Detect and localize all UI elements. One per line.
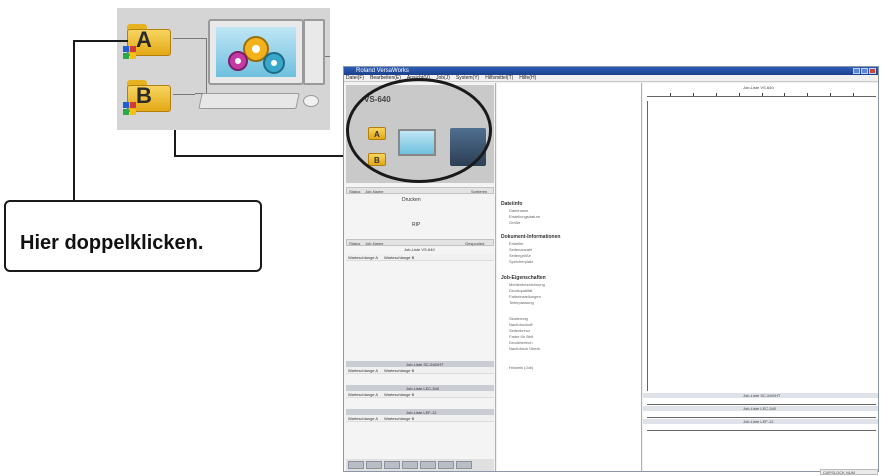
queue-a-header: Status Job-Name Sortieren (346, 187, 494, 194)
tab-queue-a[interactable]: Warteschlange A (348, 391, 378, 398)
section-heading: Dateiinfo (501, 201, 523, 207)
folder-a-letter: A (136, 27, 152, 52)
toolbar-icon[interactable] (438, 461, 454, 469)
column-status: Status (349, 189, 361, 194)
mouse-icon (303, 95, 319, 107)
property-label: Medienbezeichnung (509, 282, 545, 287)
property-label: Teilerpassung (509, 300, 534, 305)
property-label: Erstellungsdatum (509, 214, 540, 219)
queue-b-header: Status Job-Name Gespooled (346, 239, 494, 246)
minimize-icon[interactable] (853, 68, 860, 74)
queue-tabs: Warteschlange A Warteschlange B (346, 415, 494, 422)
dots-icon (123, 102, 136, 115)
tab-queue-b[interactable]: Warteschlange B (384, 367, 414, 374)
toolbar-icon[interactable] (420, 461, 436, 469)
property-label: Farbeinstellungen (509, 294, 541, 299)
dots-icon (123, 46, 136, 59)
title-bar[interactable]: Roland VersaWorks (344, 67, 878, 75)
window-title: Roland VersaWorks (356, 68, 409, 74)
properties-pane: Dateiinfo Dateiname Erstellungsdatum Grö… (497, 83, 642, 471)
property-label: Skalierung (509, 316, 528, 321)
status-bar: CAPSLOCK NUM (820, 469, 878, 475)
job-list-name: Job-Liste VS-640 (404, 247, 435, 252)
toolbar-icon[interactable] (366, 461, 382, 469)
property-label: Seitengröße (509, 253, 531, 258)
ruler (647, 423, 876, 431)
tab-queue-a[interactable]: Warteschlange A (348, 367, 378, 374)
section-heading: Dokument-Informationen (501, 234, 561, 240)
property-label: Größe (509, 220, 521, 225)
tab-queue-b[interactable]: Warteschlange B (384, 415, 414, 422)
property-label: Nachdruck Überk. (509, 346, 542, 351)
queue-tabs: Warteschlange A Warteschlange B (346, 391, 494, 398)
property-label: Hinweis (Job) (509, 365, 534, 370)
section-heading: Job-Eigenschaften (501, 275, 546, 281)
property-label: Seitenkreuz (509, 328, 531, 333)
folder-b-icon: B (123, 80, 171, 115)
column-jobname: Job-Name (365, 189, 384, 194)
leader-line (73, 40, 128, 42)
column-spooled: Gespooled (465, 241, 485, 246)
menu-hilfe[interactable]: Hilfe(H) (519, 75, 536, 81)
property-label: Druckbereich (509, 340, 533, 345)
leader-line (174, 130, 176, 156)
queue-tabs: Warteschlange A Warteschlange B (346, 367, 494, 374)
toolbar-dock (346, 459, 494, 471)
vertical-ruler (643, 101, 648, 391)
toolbar-icon[interactable] (348, 461, 364, 469)
property-label: Druckqualität (509, 288, 533, 293)
computer-tower-icon (303, 19, 325, 85)
monitor-icon (208, 19, 304, 85)
gears-icon (228, 36, 285, 74)
keyboard-icon (198, 93, 300, 109)
property-label: Seitenanzahl (509, 247, 533, 252)
property-label: Nachdruckoff (509, 322, 533, 327)
ruler (647, 410, 876, 418)
menu-hilfsmittel[interactable]: Hilfsmittel(T) (485, 75, 513, 81)
page: A B Hier doppelklicken. Roland VersaWork… (0, 0, 882, 476)
ruler (647, 89, 876, 97)
tab-queue-a[interactable]: Warteschlange A (348, 415, 378, 422)
instruction-box: Hier doppelklicken. (4, 200, 262, 272)
maximize-icon[interactable] (861, 68, 868, 74)
property-label: Farbe für Beit (509, 334, 534, 339)
leader-line (73, 40, 75, 200)
close-icon[interactable] (869, 68, 876, 74)
tab-queue-a[interactable]: Warteschlange A (348, 254, 378, 261)
queue-tabs: Warteschlange A Warteschlange B (346, 254, 494, 261)
preview-pane: Job-Liste VS-640 Job-Liste SC-540/HT Job… (643, 83, 878, 471)
menu-system[interactable]: System(Y) (456, 75, 479, 81)
toolbar-icon[interactable] (456, 461, 472, 469)
column-jobname: Job-Name (365, 241, 384, 246)
toolbar-icon[interactable] (384, 461, 400, 469)
connector-line (173, 38, 195, 39)
connector-bracket (195, 38, 207, 94)
window-controls (853, 68, 876, 74)
column-sorting: Sortieren (471, 189, 488, 194)
tab-queue-b[interactable]: Warteschlange B (384, 254, 414, 261)
property-label: Ersteller (509, 241, 524, 246)
ruler (647, 397, 876, 405)
property-label: Dateiname (509, 208, 529, 213)
toolbar-icon[interactable] (402, 461, 418, 469)
column-status: Status (349, 241, 361, 246)
printing-label: Drucken (402, 197, 421, 203)
folder-a-icon: A (123, 24, 171, 59)
instruction-text: Hier doppelklicken. (20, 232, 204, 254)
property-label: Speicherplatz (509, 259, 534, 264)
menu-datei[interactable]: Datei(F) (346, 75, 364, 81)
tab-queue-b[interactable]: Warteschlange B (384, 391, 414, 398)
folder-b-letter: B (136, 83, 152, 108)
connector-line (173, 94, 195, 95)
zoom-highlight-circle (346, 78, 492, 183)
rip-label: RIP (412, 222, 421, 228)
leader-line (174, 155, 349, 157)
